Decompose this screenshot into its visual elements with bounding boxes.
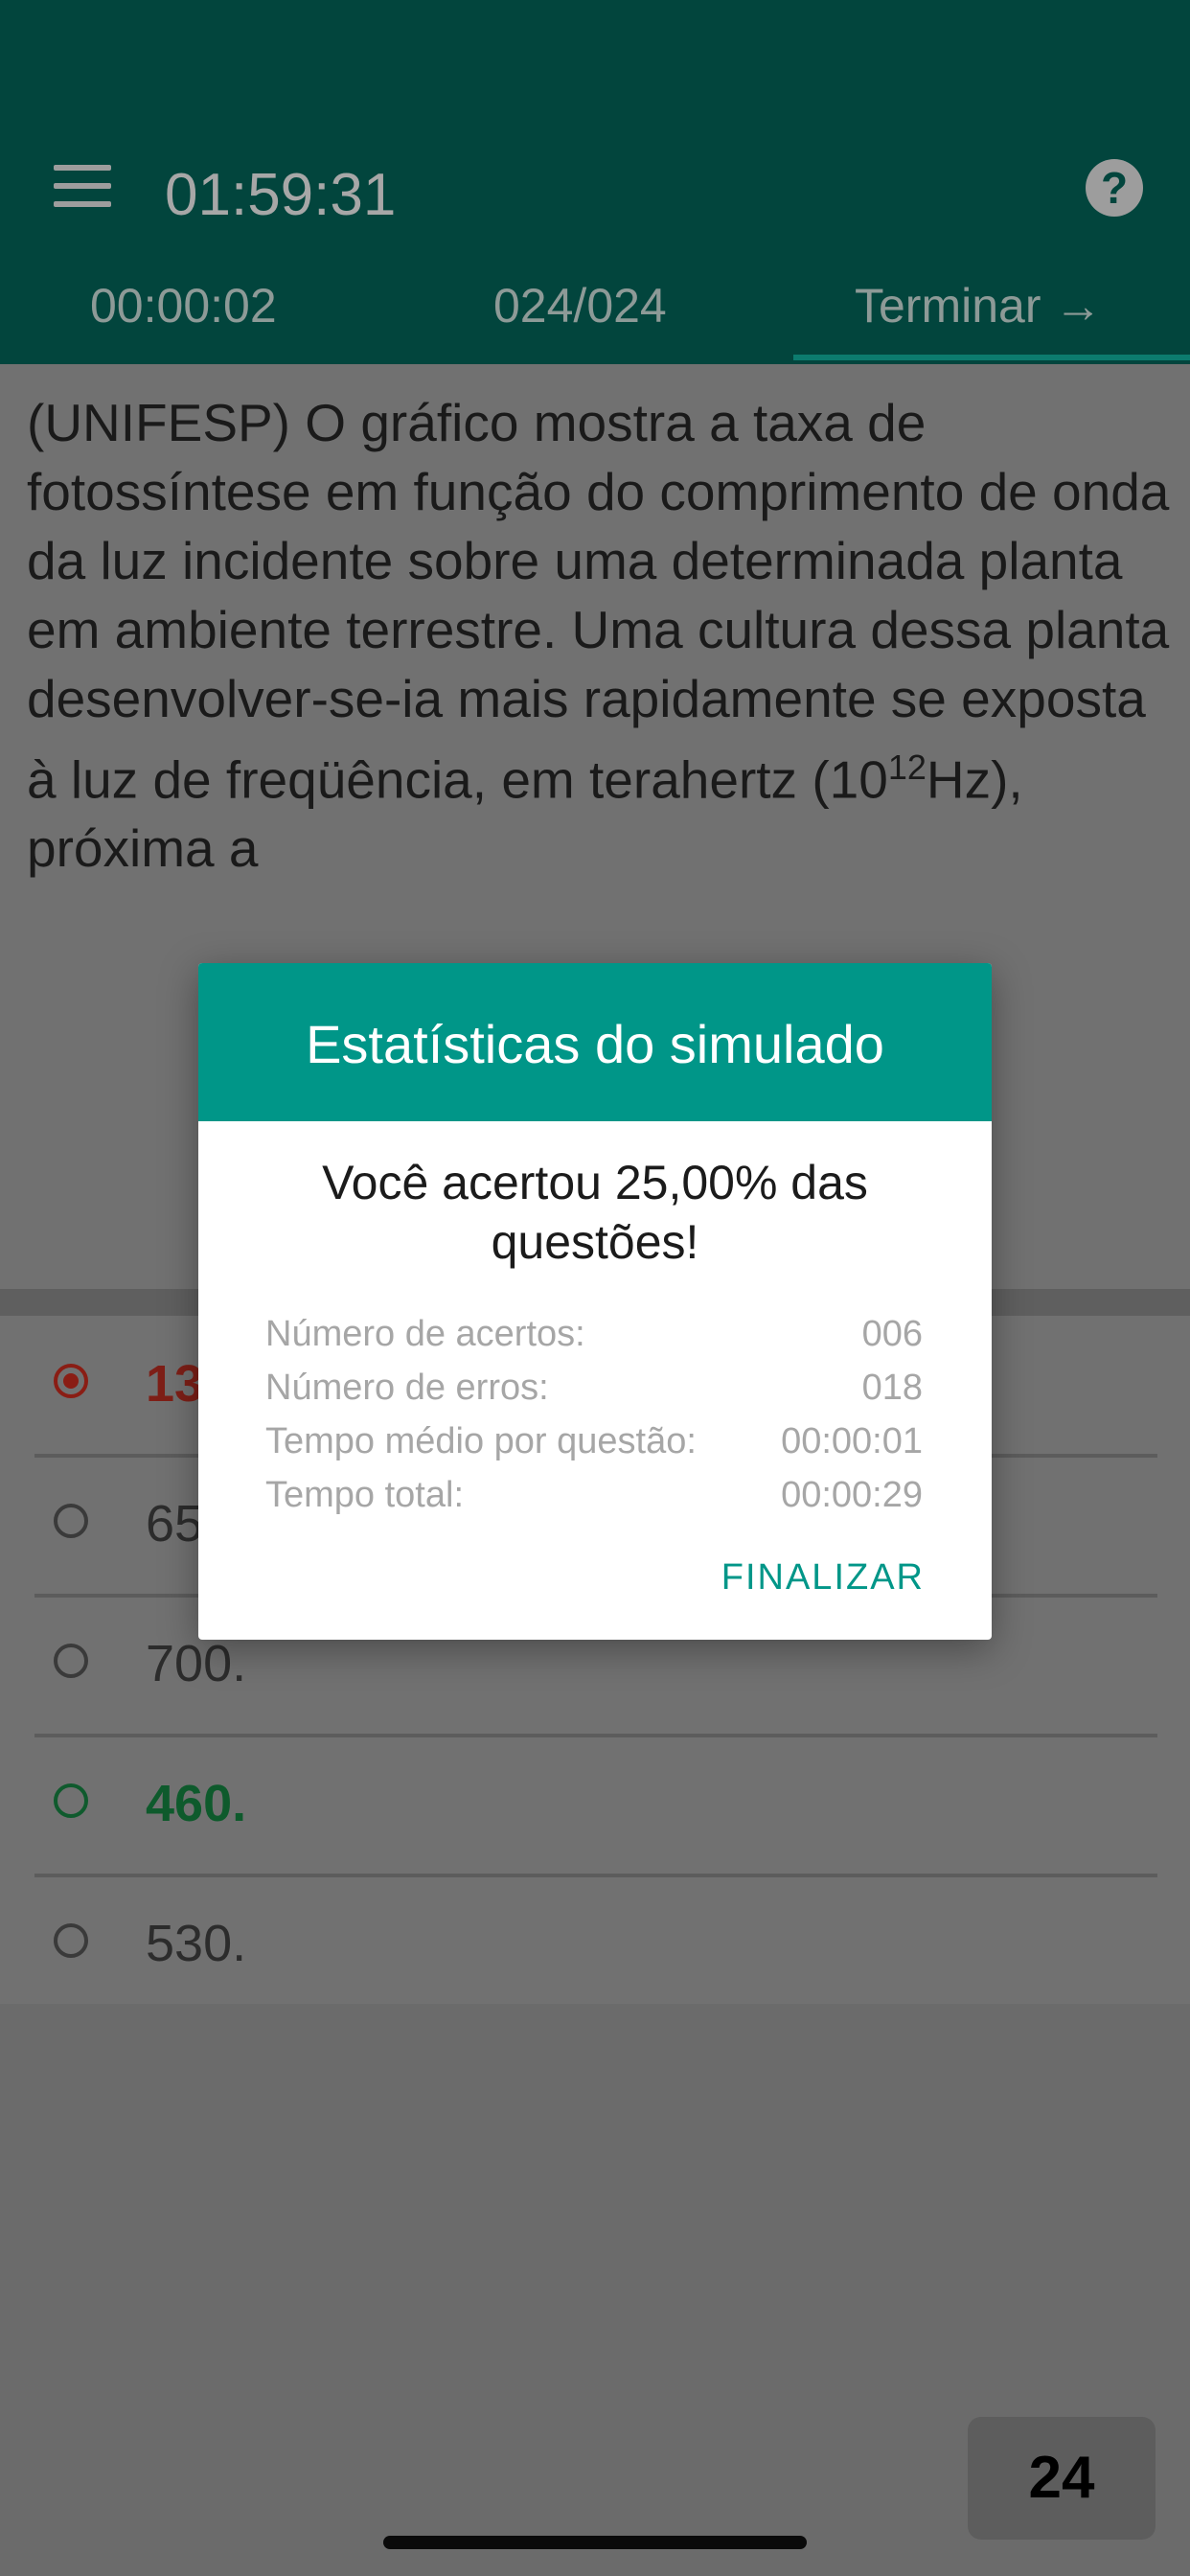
stat-label: Tempo médio por questão: [265, 1421, 697, 1461]
active-tab-indicator [793, 355, 1190, 360]
option-e[interactable]: 530. [34, 1875, 1157, 2013]
stats-list: Número de acertos: 006 Número de erros: … [265, 1306, 923, 1521]
option-label: 530. [146, 1915, 247, 1972]
stat-row: Tempo médio por questão: 00:00:01 [265, 1414, 923, 1467]
home-indicator [383, 2536, 807, 2549]
app-bar: 01:59:31 ? 00:00:02 024/024 Terminar → [0, 0, 1190, 364]
tab-finish[interactable]: Terminar → [855, 278, 1102, 334]
tab-question-counter[interactable]: 024/024 [493, 278, 667, 334]
stat-row: Número de erros: 018 [265, 1360, 923, 1414]
radio-selected-icon[interactable] [54, 1364, 88, 1398]
option-label: 13 [146, 1355, 204, 1413]
option-label: 460. [146, 1775, 247, 1832]
tab-elapsed-time[interactable]: 00:00:02 [90, 278, 277, 334]
dialog-title: Estatísticas do simulado [306, 1014, 884, 1074]
help-icon[interactable]: ? [1086, 159, 1143, 217]
stat-value: 018 [861, 1368, 923, 1408]
radio-correct-icon[interactable] [54, 1783, 88, 1818]
stat-row: Tempo total: 00:00:29 [265, 1467, 923, 1521]
stat-label: Número de acertos: [265, 1314, 585, 1354]
stat-label: Número de erros: [265, 1368, 549, 1408]
stats-dialog: Estatísticas do simulado Você acertou 25… [198, 963, 992, 1640]
menu-icon[interactable] [54, 165, 111, 211]
option-label: 65 [146, 1495, 204, 1552]
countdown-clock: 01:59:31 [165, 162, 397, 228]
stat-value: 006 [861, 1314, 923, 1354]
question-text: (UNIFESP) O gráfico mostra a taxa de fot… [27, 393, 1170, 879]
stat-value: 00:00:01 [781, 1421, 923, 1461]
stat-row: Número de acertos: 006 [265, 1306, 923, 1360]
score-summary: Você acertou 25,00% das questões! [322, 1156, 868, 1269]
option-label: 700. [146, 1635, 247, 1692]
radio-icon[interactable] [54, 1504, 88, 1538]
page-number-badge[interactable]: 24 [968, 2417, 1156, 2540]
radio-icon[interactable] [54, 1923, 88, 1958]
radio-icon[interactable] [54, 1644, 88, 1678]
option-d[interactable]: 460. [34, 1736, 1157, 1877]
finish-button[interactable]: FINALIZAR [721, 1557, 925, 1598]
stat-label: Tempo total: [265, 1475, 464, 1515]
stat-value: 00:00:29 [781, 1475, 923, 1515]
